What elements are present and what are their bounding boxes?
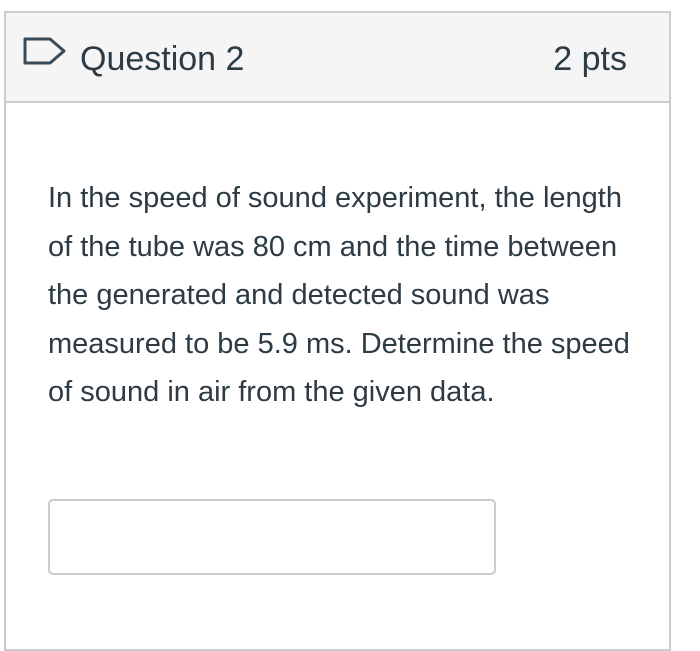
question-title: Question 2 — [80, 40, 245, 78]
question-points: 2 pts — [553, 40, 627, 78]
answer-input[interactable] — [48, 499, 496, 575]
bookmark-flag-icon[interactable] — [22, 36, 68, 66]
question-text: In the speed of sound experiment, the le… — [48, 182, 630, 408]
question-header: Question 2 2 pts — [6, 13, 669, 103]
question-card: Question 2 2 pts In the speed of sound e… — [4, 11, 671, 651]
